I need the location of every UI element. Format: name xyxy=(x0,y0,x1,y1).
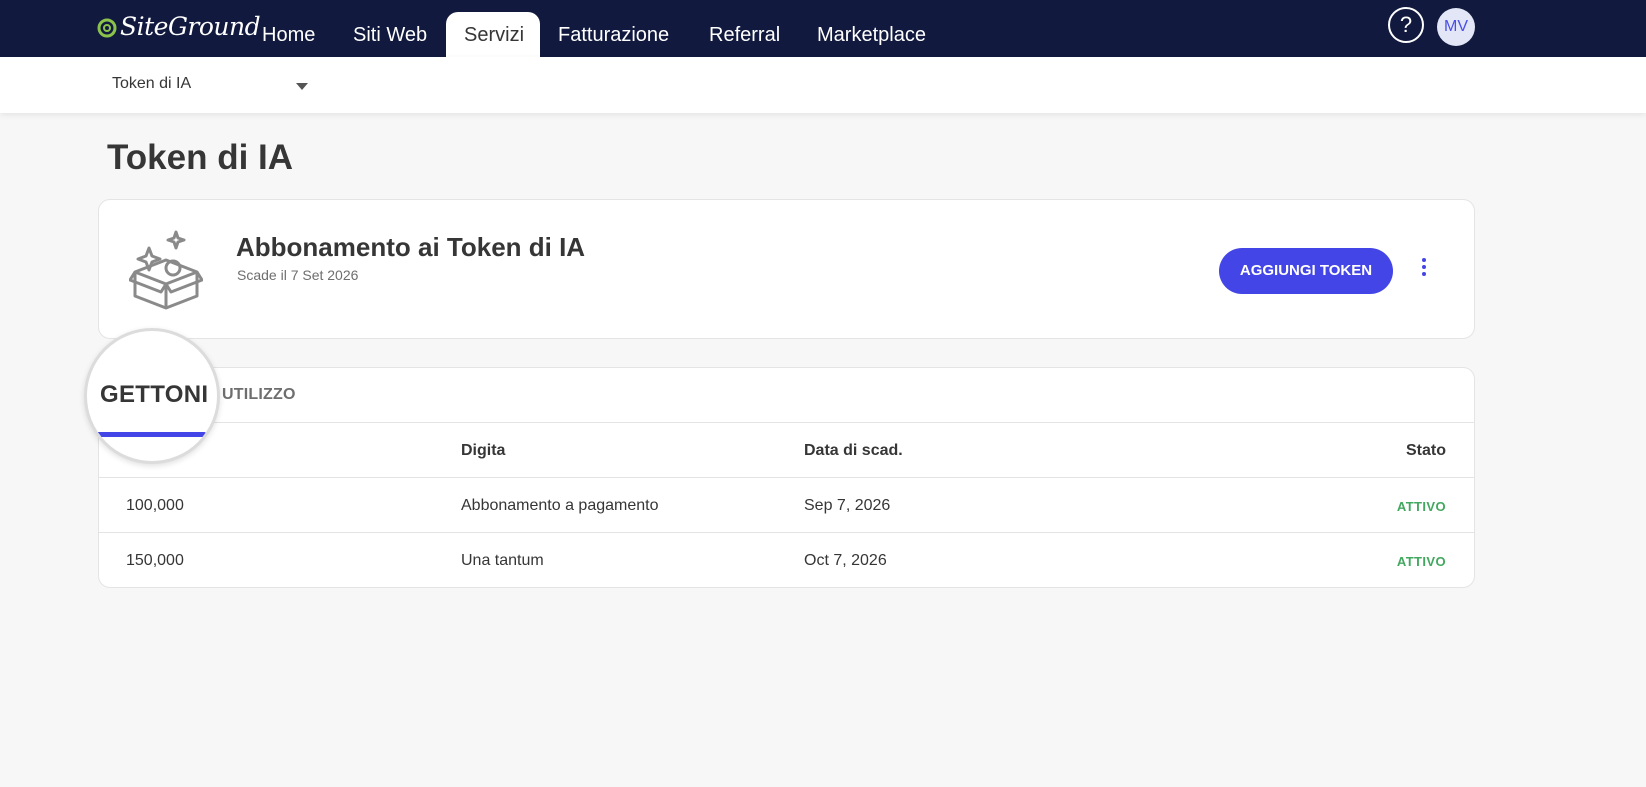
nav-fatturazione[interactable]: Fatturazione xyxy=(540,12,687,57)
column-header-digita: Digita xyxy=(461,442,506,459)
nav-home[interactable]: Home xyxy=(244,12,333,57)
subscription-expiry: Scade il 7 Set 2026 xyxy=(237,267,359,283)
page-title: Token di IA xyxy=(107,138,294,177)
caret-down-icon xyxy=(296,83,308,90)
service-subbar: Token di IA xyxy=(0,57,1646,113)
status-badge: ATTIVO xyxy=(1396,499,1446,514)
tab-gettoni-label: GETTONI xyxy=(100,381,209,408)
column-header-data-scad: Data di scad. xyxy=(804,442,903,459)
row-type: Abbonamento a pagamento xyxy=(461,497,659,514)
subscription-title: Abbonamento ai Token di IA xyxy=(236,232,586,262)
nav-servizi[interactable]: Servizi xyxy=(446,12,540,57)
user-avatar[interactable]: MV xyxy=(1437,8,1475,46)
row-divider xyxy=(99,532,1474,533)
status-badge: ATTIVO xyxy=(1396,554,1446,569)
row-amount: 150,000 xyxy=(126,552,184,569)
siteground-logo-icon xyxy=(97,18,117,37)
service-select[interactable]: Token di IA xyxy=(112,75,308,97)
add-token-button[interactable]: AGGIUNGI TOKEN xyxy=(1219,248,1393,294)
help-icon[interactable]: ? xyxy=(1388,7,1424,43)
more-options-icon[interactable] xyxy=(1419,258,1429,280)
top-navigation: SiteGround Home Siti Web Servizi Fattura… xyxy=(0,0,1646,57)
row-amount: 100,000 xyxy=(126,497,184,514)
token-box-icon xyxy=(129,230,203,310)
nav-referral[interactable]: Referral xyxy=(691,12,798,57)
active-tab-indicator xyxy=(96,432,206,437)
subscription-card: Abbonamento ai Token di IA Scade il 7 Se… xyxy=(98,199,1475,339)
tab-utilizzo[interactable]: UTILIZZO xyxy=(222,386,296,404)
nav-marketplace[interactable]: Marketplace xyxy=(799,12,944,57)
logo-text: SiteGround xyxy=(120,12,261,41)
header-divider xyxy=(99,477,1474,478)
column-header-stato: Stato xyxy=(1406,442,1446,459)
siteground-logo[interactable]: SiteGround xyxy=(97,12,261,41)
nav-siti-web[interactable]: Siti Web xyxy=(335,12,445,57)
service-select-value: Token di IA xyxy=(112,75,192,92)
row-expiry: Sep 7, 2026 xyxy=(804,497,891,514)
tab-gettoni[interactable]: GETTONI xyxy=(84,328,220,464)
row-type: Una tantum xyxy=(461,552,544,569)
row-expiry: Oct 7, 2026 xyxy=(804,552,887,569)
tabs-divider xyxy=(99,422,1474,423)
